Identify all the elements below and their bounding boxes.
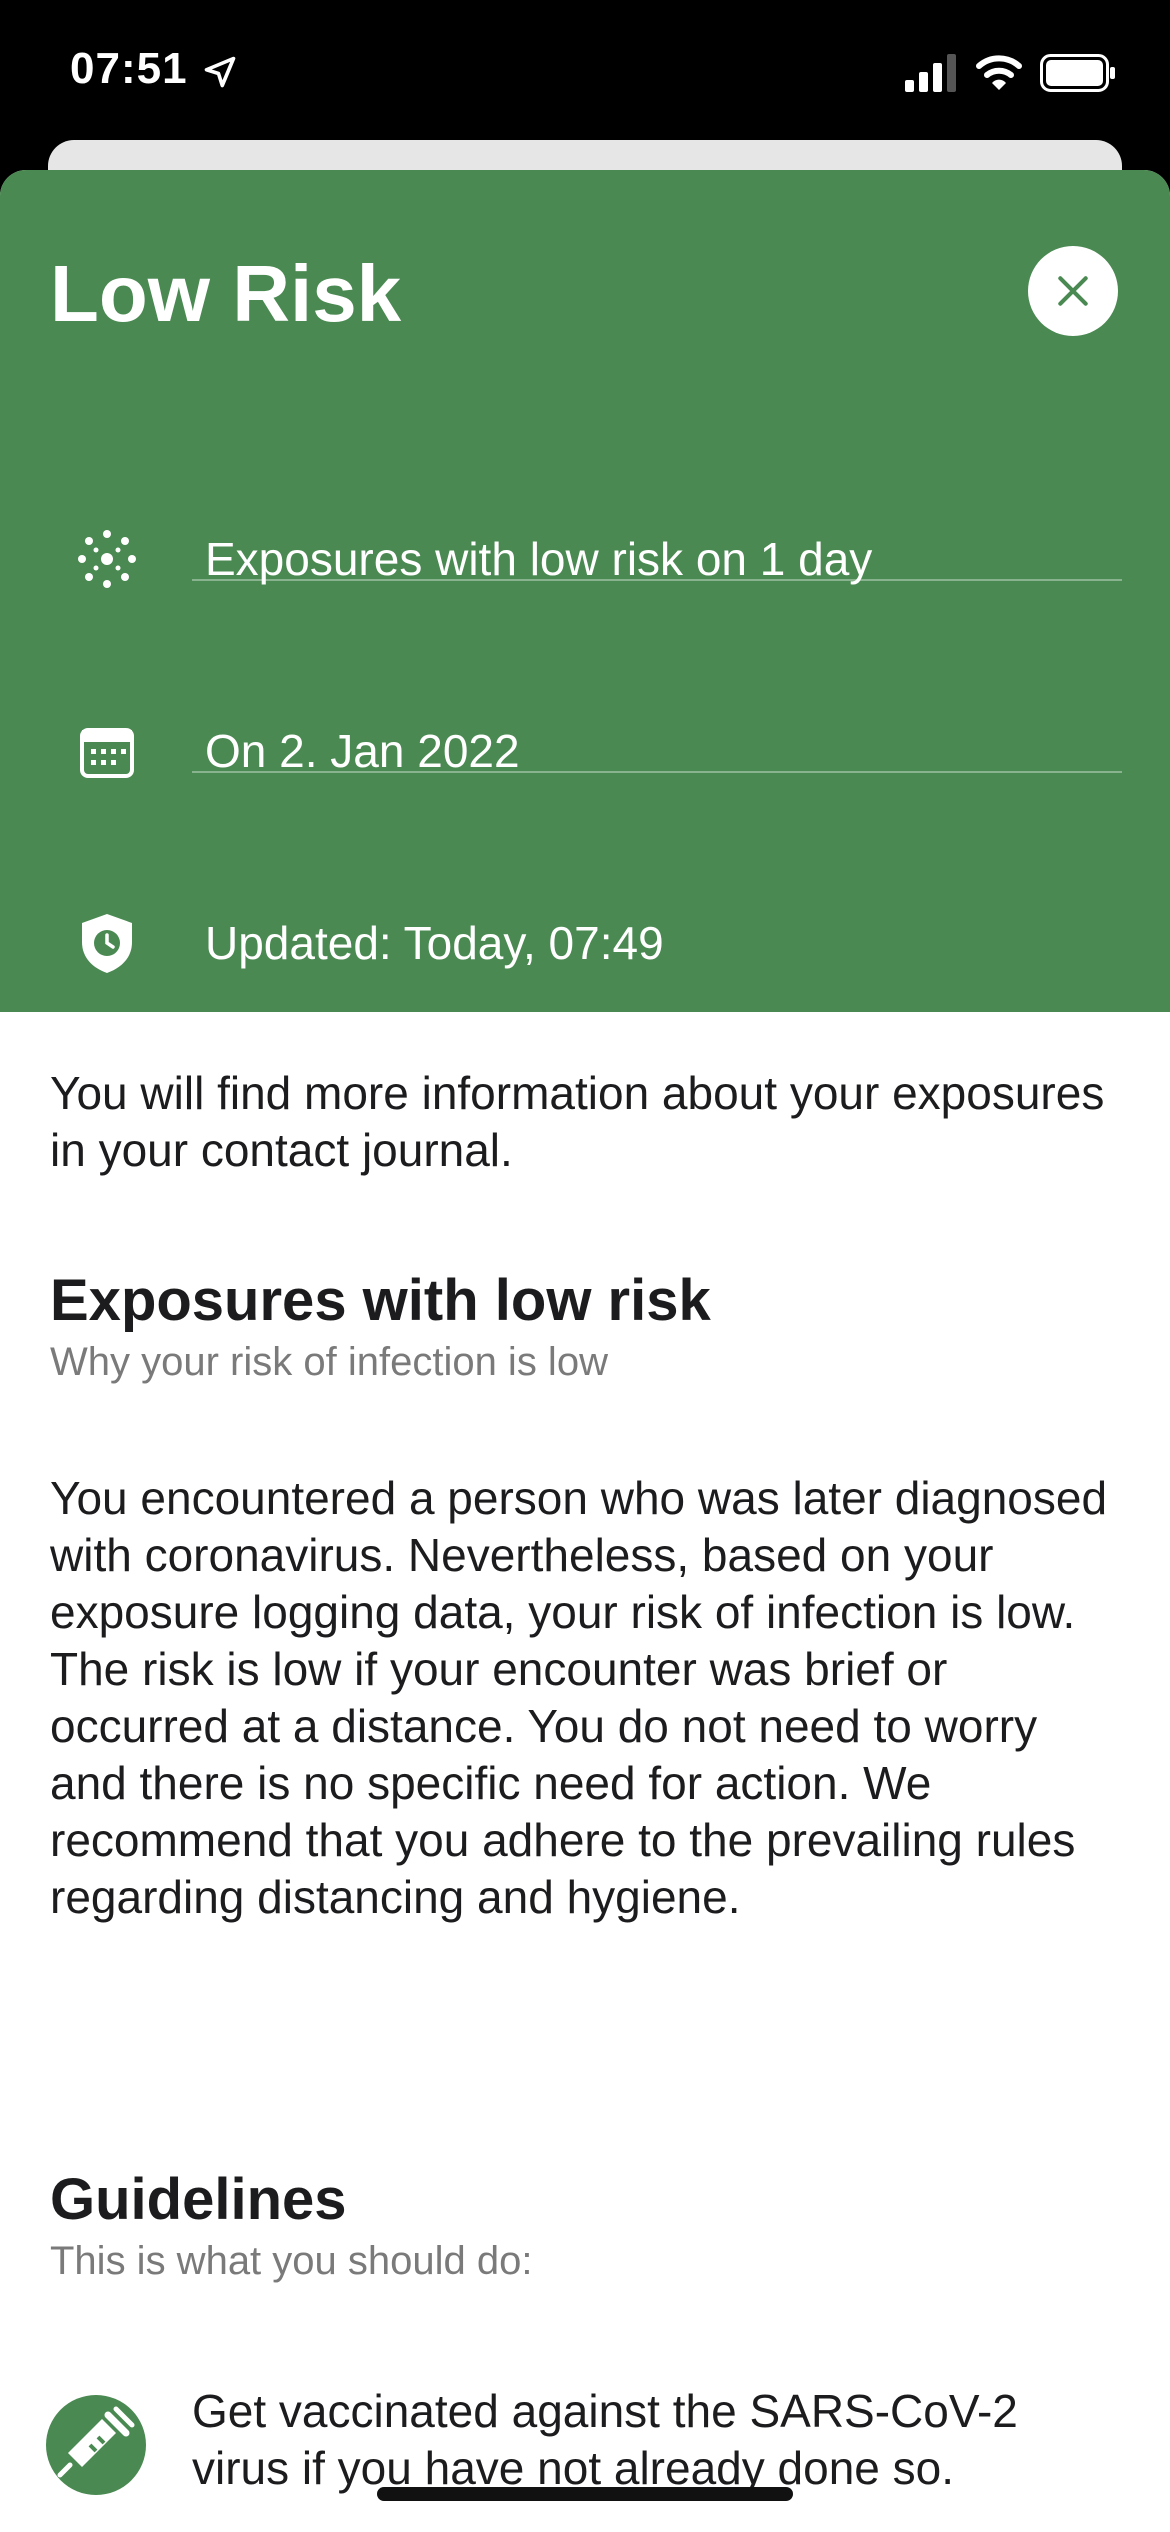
info-row-label: Updated: Today, 07:49 bbox=[205, 917, 664, 969]
battery-icon bbox=[1040, 54, 1115, 92]
exposures-body: You encountered a person who was later d… bbox=[50, 1470, 1120, 1926]
info-row-label: On 2. Jan 2022 bbox=[205, 725, 520, 777]
wifi-icon bbox=[976, 55, 1022, 90]
close-button[interactable] bbox=[1028, 246, 1118, 336]
status-bar: 07:51 bbox=[0, 0, 1170, 150]
intro-section: You will find more information about you… bbox=[50, 1065, 1120, 1179]
intro-text: You will find more information about you… bbox=[50, 1067, 1105, 1176]
shield-clock-icon bbox=[82, 914, 132, 973]
guidelines-section: Guidelines This is what you should do: bbox=[50, 2165, 1120, 2287]
close-icon bbox=[1058, 276, 1088, 306]
section-subtitle: Why your risk of infection is low bbox=[50, 1340, 608, 1384]
divider bbox=[192, 771, 1122, 773]
divider bbox=[192, 579, 1122, 581]
vaccine-icon bbox=[46, 2395, 146, 2495]
info-row-date: On 2. Jan 2022 bbox=[0, 656, 1170, 846]
status-time: 07:51 bbox=[70, 44, 188, 93]
info-row-label: Exposures with low risk on 1 day bbox=[205, 533, 873, 585]
virus-icon bbox=[78, 530, 136, 588]
location-arrow-icon bbox=[204, 56, 236, 88]
calendar-icon bbox=[80, 728, 134, 778]
page-title: Low Risk bbox=[50, 249, 402, 338]
exposures-section: Exposures with low risk Why your risk of… bbox=[50, 1266, 1120, 1388]
home-indicator[interactable] bbox=[377, 2487, 793, 2501]
info-row-updated: Updated: Today, 07:49 bbox=[0, 848, 1170, 1038]
section-subtitle: This is what you should do: bbox=[50, 2239, 533, 2283]
exposures-body-text: You encountered a person who was later d… bbox=[50, 1472, 1108, 1923]
section-title: Exposures with low risk bbox=[50, 1268, 711, 1333]
guideline-item-text: Get vaccinated against the SARS-CoV-2 vi… bbox=[192, 2385, 1018, 2494]
section-title: Guidelines bbox=[50, 2167, 347, 2232]
cellular-signal-icon bbox=[905, 54, 956, 92]
risk-header: Low Risk Exposures with low risk on 1 da… bbox=[0, 170, 1170, 1012]
info-row-exposures: Exposures with low risk on 1 day bbox=[0, 464, 1170, 654]
